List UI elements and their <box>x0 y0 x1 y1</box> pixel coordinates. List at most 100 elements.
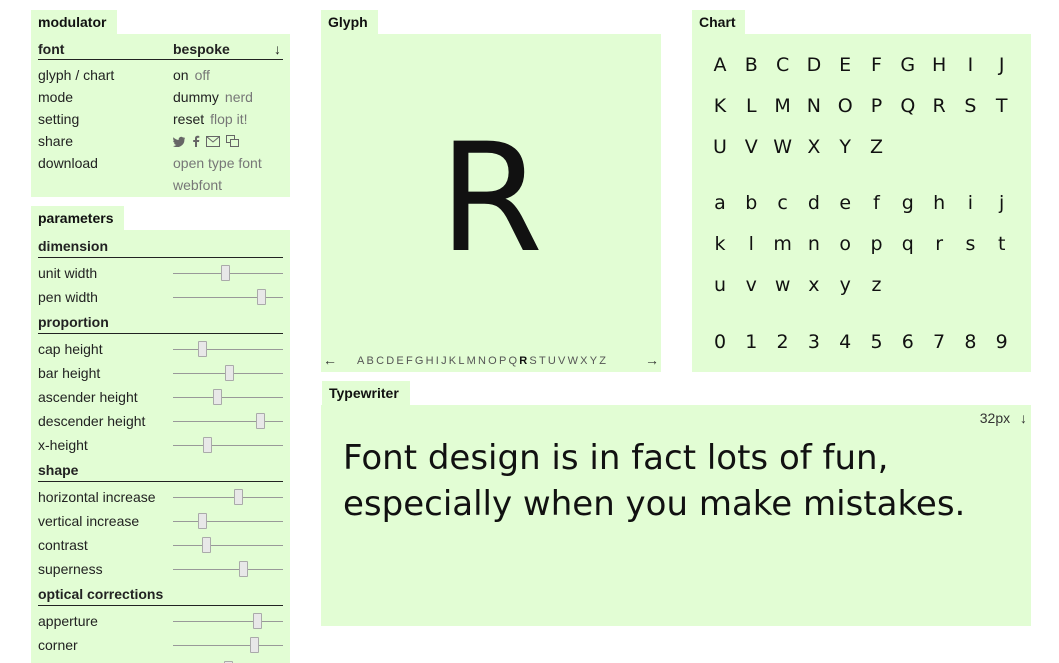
glyph-nav-letter[interactable]: K <box>449 355 459 367</box>
chart-glyph[interactable]: m <box>771 233 795 255</box>
chart-glyph[interactable]: a <box>708 192 732 214</box>
parameter-slider[interactable] <box>173 361 283 385</box>
font-size-selector[interactable]: 32px ↓ <box>980 410 1027 426</box>
parameters-tab[interactable]: parameters <box>31 206 124 230</box>
chart-glyph[interactable]: Y <box>833 136 857 158</box>
chart-glyph[interactable]: u <box>708 274 732 296</box>
glyph-nav-letter[interactable]: R <box>519 355 529 367</box>
chart-glyph[interactable]: B <box>739 54 763 76</box>
slider-handle[interactable] <box>197 513 207 529</box>
glyph-nav-letter[interactable]: Y <box>590 355 600 367</box>
chart-glyph[interactable]: l <box>739 233 763 255</box>
chart-glyph[interactable]: p <box>865 233 889 255</box>
chart-glyph[interactable]: n <box>802 233 826 255</box>
glyph-nav-letter[interactable]: N <box>478 355 488 367</box>
glyph-nav-letter[interactable]: H <box>426 355 436 367</box>
chart-glyph[interactable]: s <box>958 233 982 255</box>
slider-handle[interactable] <box>250 637 260 653</box>
glyph-nav-letter[interactable]: L <box>458 355 466 367</box>
chart-glyph[interactable]: r <box>927 233 951 255</box>
glyph-nav-letter[interactable]: T <box>539 355 548 367</box>
slider-handle[interactable] <box>255 413 265 429</box>
chart-glyph[interactable]: k <box>708 233 732 255</box>
parameter-slider[interactable] <box>173 509 283 533</box>
chart-glyph[interactable]: U <box>708 136 732 158</box>
chart-glyph[interactable]: L <box>739 95 763 117</box>
chart-glyph[interactable]: E <box>833 54 857 76</box>
chart-glyph[interactable]: j <box>990 192 1014 214</box>
slider-handle[interactable] <box>239 561 249 577</box>
glyph-nav-letter[interactable]: V <box>558 355 568 367</box>
chart-glyph[interactable]: f <box>865 192 889 214</box>
chart-glyph[interactable]: T <box>990 95 1014 117</box>
font-selector[interactable]: font bespoke ↓ <box>38 38 283 60</box>
chart-glyph[interactable]: P <box>865 95 889 117</box>
parameter-slider[interactable] <box>173 485 283 509</box>
facebook-icon[interactable] <box>192 131 200 153</box>
modulator-option[interactable]: off <box>195 67 210 83</box>
glyph-nav-letter[interactable]: Q <box>508 355 519 367</box>
chart-glyph[interactable]: i <box>958 192 982 214</box>
chart-glyph[interactable]: c <box>771 192 795 214</box>
previous-glyph-arrow-icon[interactable]: ← <box>323 352 337 368</box>
chart-glyph[interactable]: S <box>958 95 982 117</box>
slider-handle[interactable] <box>213 389 222 405</box>
glyph-nav-letter[interactable]: W <box>568 355 581 367</box>
chart-glyph[interactable]: 0 <box>708 331 732 353</box>
modulator-option-selected[interactable]: reset <box>173 111 204 127</box>
chart-glyph[interactable]: 3 <box>802 331 826 353</box>
glyph-nav-letter[interactable]: U <box>548 355 558 367</box>
modulator-option[interactable]: nerd <box>225 89 253 105</box>
modulator-option-selected[interactable]: on <box>173 67 189 83</box>
slider-handle[interactable] <box>233 489 243 505</box>
chart-glyph[interactable]: A <box>708 54 732 76</box>
typewriter-text[interactable]: Font design is in fact lots of fun, espe… <box>343 435 1023 527</box>
next-glyph-arrow-icon[interactable]: → <box>645 352 659 368</box>
slider-handle[interactable] <box>203 437 213 453</box>
chart-glyph[interactable]: G <box>896 54 920 76</box>
modulator-tab[interactable]: modulator <box>31 10 117 34</box>
modulator-option-selected[interactable]: open type font <box>173 155 262 171</box>
slider-handle[interactable] <box>225 365 235 381</box>
glyph-nav-letter[interactable]: G <box>415 355 426 367</box>
chart-glyph[interactable]: g <box>896 192 920 214</box>
chart-glyph[interactable]: H <box>927 54 951 76</box>
parameter-slider[interactable] <box>173 385 283 409</box>
modulator-option[interactable]: flop it! <box>210 111 247 127</box>
slider-handle[interactable] <box>197 341 207 357</box>
chart-glyph[interactable]: y <box>833 274 857 296</box>
font-dropdown-arrow-icon[interactable]: ↓ <box>274 38 281 60</box>
chart-glyph[interactable]: e <box>833 192 857 214</box>
chart-glyph[interactable]: v <box>739 274 763 296</box>
parameter-slider[interactable] <box>173 261 283 285</box>
parameter-slider[interactable] <box>173 533 283 557</box>
chart-glyph[interactable]: w <box>771 274 795 296</box>
chart-glyph[interactable]: K <box>708 95 732 117</box>
typewriter-tab[interactable]: Typewriter <box>322 381 410 405</box>
glyph-nav-letter[interactable]: X <box>580 355 590 367</box>
slider-handle[interactable] <box>202 537 211 553</box>
parameter-slider[interactable] <box>173 657 283 663</box>
chart-glyph[interactable]: O <box>833 95 857 117</box>
chart-glyph[interactable]: 8 <box>958 331 982 353</box>
chart-glyph[interactable]: h <box>927 192 951 214</box>
glyph-nav-letter[interactable]: D <box>386 355 396 367</box>
glyph-nav-letter[interactable]: E <box>396 355 406 367</box>
typewriter-panel[interactable]: 32px ↓ Font design is in fact lots of fu… <box>321 405 1031 626</box>
glyph-nav-letter[interactable]: Z <box>599 355 608 367</box>
glyph-tab[interactable]: Glyph <box>321 10 378 34</box>
glyph-nav-letter[interactable]: B <box>367 355 377 367</box>
slider-handle[interactable] <box>220 265 230 281</box>
mail-icon[interactable] <box>206 131 220 153</box>
twitter-icon[interactable] <box>173 131 186 153</box>
glyph-nav-letter[interactable]: F <box>406 355 415 367</box>
chart-glyph[interactable]: V <box>739 136 763 158</box>
chart-glyph[interactable]: 4 <box>833 331 857 353</box>
chart-glyph[interactable]: q <box>896 233 920 255</box>
chart-glyph[interactable]: x <box>802 274 826 296</box>
chart-glyph[interactable]: M <box>771 95 795 117</box>
glyph-nav-letter[interactable]: O <box>488 355 499 367</box>
slider-handle[interactable] <box>257 289 266 305</box>
modulator-option-selected[interactable]: webfont <box>173 177 222 193</box>
chart-glyph[interactable]: b <box>739 192 763 214</box>
